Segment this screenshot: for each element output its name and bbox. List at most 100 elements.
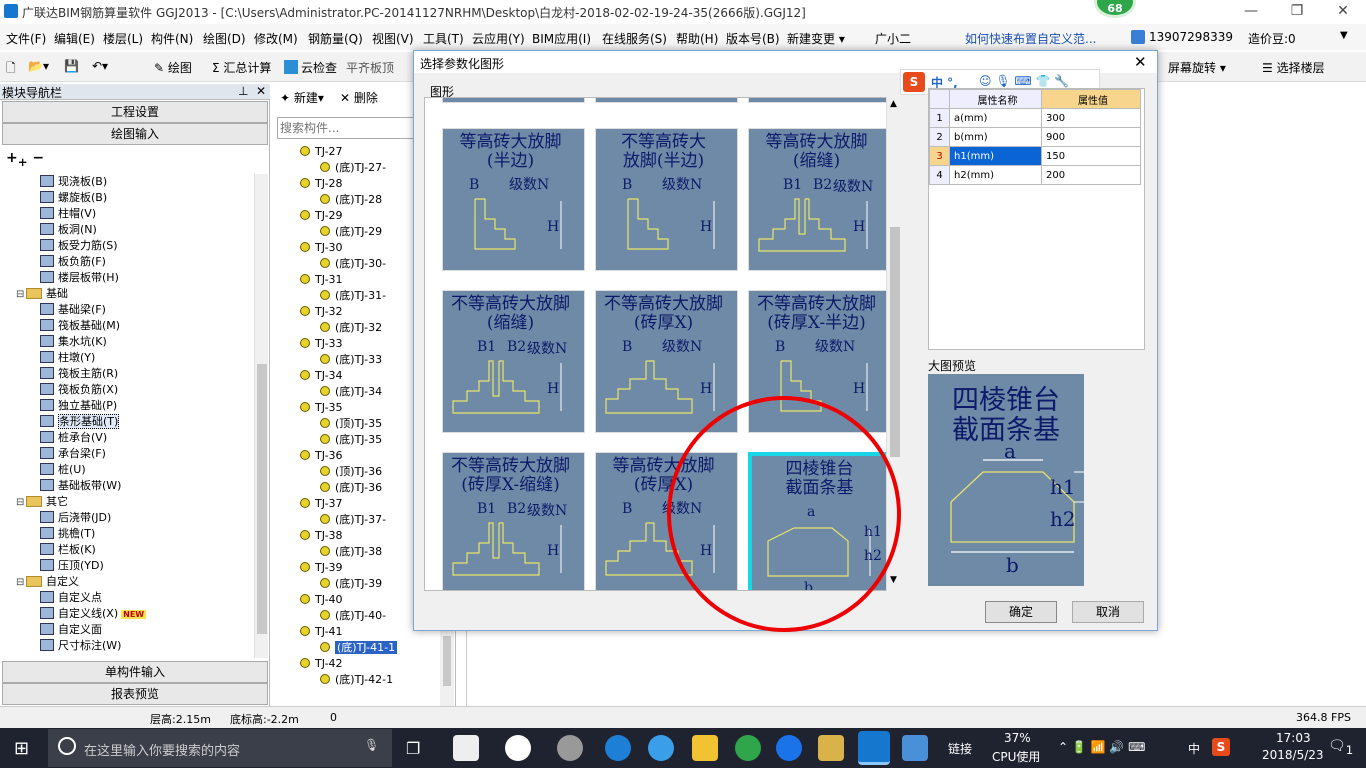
component-instance[interactable]: ▼TJ-36 [300, 448, 420, 464]
360-icon[interactable] [735, 735, 761, 761]
component-instance[interactable]: ▼TJ-34 [300, 368, 420, 384]
tree-item[interactable]: 筏板主筋(R) [4, 366, 254, 382]
shape-tile[interactable]: 不等高砖大放脚 (砖厚X-缩缝) B1 B2 级数N H [442, 452, 585, 590]
tree-item[interactable]: 集水坑(K) [4, 334, 254, 350]
draw-button[interactable]: ✎ 绘图 [154, 59, 192, 76]
tree-item[interactable]: 尺寸标注(W) [4, 638, 254, 654]
tree-item[interactable]: 筏板负筋(X) [4, 382, 254, 398]
tree-item[interactable]: 独立基础(P) [4, 398, 254, 414]
component-instance[interactable]: ▼TJ-41 [300, 624, 420, 640]
component-instance[interactable]: ▼TJ-38 [300, 528, 420, 544]
collapse-icon[interactable]: ⊟ [16, 495, 26, 511]
component-instance[interactable]: (底)TJ-37- [300, 512, 420, 528]
chevron-down-icon[interactable]: ▼ [1340, 30, 1348, 41]
screen-rotate-button[interactable]: 屏幕旋转 ▾ [1168, 59, 1226, 76]
tree-folder[interactable]: ⊟ 基础 [4, 286, 254, 302]
taskbar-search[interactable]: 在这里输入你要搜索的内容 🎙 [48, 729, 392, 767]
prop-value[interactable]: 150 [1041, 146, 1141, 166]
tree-folder[interactable]: ⊟ 其它 [4, 494, 254, 510]
component-instance[interactable]: ▼TJ-40 [300, 592, 420, 608]
component-instance[interactable]: ▼TJ-32 [300, 304, 420, 320]
menu-item[interactable]: 钢筋量(Q) [308, 30, 363, 47]
tree-item[interactable]: 柱帽(V) [4, 206, 254, 222]
component-instance[interactable]: (顶)TJ-36 [300, 464, 420, 480]
tree-item[interactable]: 自定义点 [4, 590, 254, 606]
collapse-icon[interactable]: ⊟ [16, 575, 26, 591]
menu-item[interactable]: BIM应用(I) [532, 30, 591, 47]
undo-icon[interactable]: ↶▾ [92, 59, 108, 73]
prop-value[interactable]: 200 [1041, 165, 1141, 185]
tree-item[interactable]: 桩(U) [4, 462, 254, 478]
user-account[interactable]: 13907298339 [1131, 30, 1233, 44]
menu-item[interactable]: 视图(V) [372, 30, 414, 47]
component-instance[interactable]: (底)TJ-33 [300, 352, 420, 368]
price-bean[interactable]: 造价豆:0 [1248, 30, 1296, 47]
windows-start-icon[interactable]: ⊞ [14, 738, 29, 759]
tree-item[interactable]: 板受力筋(S) [4, 238, 254, 254]
open-folder-icon[interactable]: 📂▾ [28, 59, 49, 73]
shape-tile[interactable]: 不等高砖大放脚 (缩缝) B1 B2 级数N H [442, 290, 585, 433]
cancel-button[interactable]: 取消 [1072, 601, 1144, 623]
task-view-icon[interactable]: ❐ [406, 739, 420, 758]
component-search-input[interactable] [277, 117, 415, 139]
component-instance[interactable]: (顶)TJ-35 [300, 416, 420, 432]
ime-lang[interactable]: 中 [1188, 740, 1200, 757]
component-instance[interactable]: (底)TJ-34 [300, 384, 420, 400]
menu-item[interactable]: 广小二 [875, 30, 911, 47]
collapse-icon[interactable]: ⊟ [16, 287, 26, 303]
component-instance[interactable]: (底)TJ-38 [300, 544, 420, 560]
ie-icon[interactable] [648, 735, 674, 761]
tree-item[interactable]: 自定义面 [4, 622, 254, 638]
project-settings-button[interactable]: 工程设置 [2, 101, 268, 123]
menu-item[interactable]: 楼层(L) [103, 30, 143, 47]
tree-item[interactable]: 现浇板(B) [4, 174, 254, 190]
notification-icon[interactable]: 🗨1 [1328, 738, 1353, 757]
left-tree-scrollbar[interactable] [254, 174, 268, 658]
edge-legacy-icon[interactable] [505, 735, 531, 761]
close-panel-icon[interactable]: ✕ [256, 84, 266, 98]
chrome-like-icon[interactable] [557, 735, 583, 761]
flat-slab-button[interactable]: 平齐板顶 [346, 59, 394, 76]
tree-item[interactable]: 柱墩(Y) [4, 350, 254, 366]
component-instance[interactable]: ▼TJ-28 [300, 176, 420, 192]
prop-value[interactable]: 300 [1041, 108, 1141, 128]
tree-item[interactable]: 基础板带(W) [4, 478, 254, 494]
tree-item[interactable]: 板负筋(F) [4, 254, 254, 270]
expand-all-icon[interactable]: ++ − [6, 150, 44, 169]
menu-item[interactable]: 新建变更 ▾ [787, 30, 845, 47]
pin-icon[interactable]: ⊥ [238, 84, 248, 98]
clock-date[interactable]: 2018/5/23 [1262, 748, 1324, 762]
new-file-icon[interactable]: 🗋 [6, 59, 16, 80]
component-instance[interactable]: ▼TJ-35 [300, 400, 420, 416]
menu-item[interactable]: 绘图(D) [203, 30, 246, 47]
component-instance[interactable]: ▼TJ-29 [300, 208, 420, 224]
save-icon[interactable]: 💾 [64, 59, 79, 73]
component-instance[interactable]: ▼TJ-27 [300, 144, 420, 160]
mid-scrollbar[interactable] [440, 630, 454, 706]
component-instance[interactable]: ▼TJ-39 [300, 560, 420, 576]
single-input-button[interactable]: 单构件输入 [2, 661, 268, 683]
component-instance[interactable]: (底)TJ-30- [300, 256, 420, 272]
dialog-close-icon[interactable]: ✕ [1134, 53, 1147, 71]
tree-item[interactable]: 板洞(N) [4, 222, 254, 238]
component-instance[interactable]: (底)TJ-32 [300, 320, 420, 336]
tree-item[interactable]: 承台梁(F) [4, 446, 254, 462]
tree-item[interactable]: 条形基础(T) [4, 414, 254, 430]
tree-folder[interactable]: ⊟ 自定义 [4, 574, 254, 590]
component-instance[interactable]: (底)TJ-40- [300, 608, 420, 624]
tree-item[interactable]: 挑檐(T) [4, 526, 254, 542]
screenshot-app-icon[interactable] [902, 735, 928, 761]
tree-item[interactable]: 基础梁(F) [4, 302, 254, 318]
delete-component-button[interactable]: ✕ 删除 [340, 89, 378, 106]
prop-value[interactable]: 900 [1041, 127, 1141, 147]
ok-button[interactable]: 确定 [985, 601, 1057, 623]
shape-tile[interactable]: 不等高砖大放脚 (砖厚X) B 级数N H [595, 290, 738, 433]
prop-row[interactable]: 3 h1(mm) 150 [929, 146, 1141, 166]
new-component-button[interactable]: ✦ 新建▾ [280, 89, 324, 106]
menu-item[interactable]: 帮助(H) [676, 30, 718, 47]
tree-item[interactable]: 栏板(K) [4, 542, 254, 558]
shape-tile-partial[interactable] [748, 98, 891, 103]
app-fan-icon[interactable] [453, 735, 479, 761]
score-badge[interactable]: 68 [1094, 0, 1136, 18]
ggj-app-icon[interactable] [858, 731, 890, 765]
